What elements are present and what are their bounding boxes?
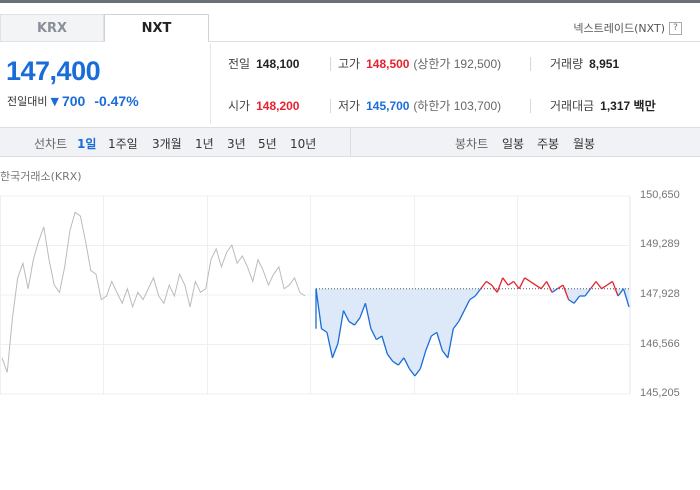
exchange-label: 한국거래소(KRX) [0, 170, 82, 183]
stat-value: 145,700 [366, 99, 410, 113]
stat-label: 거래량 [550, 57, 584, 71]
series-today-segment [540, 281, 548, 290]
down-triangle-icon: ▼ [50, 94, 59, 108]
change-amount: 700 [61, 93, 86, 109]
current-price: 147,400 [6, 56, 101, 86]
series-today-area [316, 288, 629, 376]
period-1y[interactable]: 1년 [195, 135, 214, 152]
change-label: 전일대비 [7, 95, 48, 108]
stat-high: 고가 148,500 (상한가 192,500) [338, 55, 501, 72]
stat-label: 전일 [228, 57, 251, 71]
tab-krx[interactable]: KRX [0, 14, 104, 41]
stat-value: 148,500 [366, 57, 410, 71]
series-today-segment [502, 277, 509, 286]
series-today-segment [480, 281, 487, 290]
change-percent: -0.47% [94, 93, 139, 109]
nextrade-label: 넥스트레이드(NXT) [573, 22, 665, 35]
series-today-segment [518, 277, 526, 290]
series-today-segment [485, 280, 493, 286]
candle-chart-label: 봉차트 [455, 137, 489, 151]
stat-divider [330, 99, 331, 113]
series-previous-line [1, 211, 306, 373]
period-3y[interactable]: 3년 [227, 135, 246, 152]
series-today-segment [535, 284, 542, 290]
line-chart-label: 선차트 [34, 137, 68, 151]
series-today-segment [507, 280, 515, 286]
stat-value: 8,951 [589, 57, 620, 71]
stat-label: 고가 [338, 57, 361, 71]
nextrade-info: 넥스트레이드(NXT) ? [573, 20, 682, 36]
stat-label: 거래대금 [550, 99, 595, 113]
stat-label: 시가 [228, 99, 251, 113]
series-today-segment [606, 280, 613, 286]
series-today-segment [546, 281, 553, 293]
series-today-segment [524, 277, 531, 282]
series-today-segment [513, 281, 520, 290]
y-tick-label: 150,650 [640, 189, 680, 201]
active-tab-underline-cover [105, 41, 208, 42]
upper-limit: (상한가 192,500) [413, 57, 502, 71]
intraday-chart[interactable] [0, 185, 700, 400]
stat-divider [330, 57, 331, 71]
top-border [0, 0, 700, 3]
y-tick-label: 146,566 [640, 337, 680, 350]
stat-open: 시가 148,200 [228, 97, 299, 114]
period-3m[interactable]: 3개월 [152, 135, 182, 152]
tab-nxt[interactable]: NXT [104, 14, 209, 41]
series-today-segment [601, 284, 608, 290]
stat-prev-close: 전일 148,100 [228, 55, 299, 72]
stat-divider [530, 57, 531, 71]
candle-monthly[interactable]: 월봉 [573, 135, 595, 152]
period-5y[interactable]: 5년 [258, 135, 277, 152]
stat-volume: 거래량 8,951 [550, 55, 619, 72]
stat-low: 저가 145,700 (하한가 103,700) [338, 97, 501, 114]
y-tick-label: 147,928 [640, 287, 680, 300]
help-icon[interactable]: ? [669, 21, 682, 35]
period-10y[interactable]: 10년 [290, 135, 316, 152]
stat-amount: 거래대금 1,317 백만 [550, 97, 656, 114]
lower-limit: (하한가 103,700) [413, 99, 502, 113]
period-1d[interactable]: 1일 [77, 135, 96, 152]
candle-weekly[interactable]: 주봉 [537, 135, 559, 152]
y-tick-label: 145,205 [640, 387, 680, 399]
stat-value: 148,200 [256, 99, 300, 113]
series-today-segment [595, 281, 603, 290]
chart-toolbar: 선차트 1일 1주일 3개월 1년 3년 5년 10년 봉차트 일봉 주봉 월봉 [0, 127, 700, 157]
panel-separator [210, 44, 211, 124]
stat-value: 148,100 [256, 57, 300, 71]
series-today-segment [557, 284, 564, 290]
y-tick-label: 149,289 [640, 238, 680, 251]
series-today-segment [529, 280, 537, 286]
stat-label: 저가 [338, 99, 361, 113]
candle-daily[interactable]: 일봉 [502, 135, 524, 152]
stat-value: 1,317 백만 [600, 99, 656, 113]
stat-divider [530, 99, 531, 113]
price-change: 전일대비 ▼ 700 -0.47% [7, 93, 139, 109]
toolbar-divider [350, 128, 351, 156]
series-today-segment [590, 281, 597, 290]
period-1w[interactable]: 1주일 [108, 135, 138, 152]
